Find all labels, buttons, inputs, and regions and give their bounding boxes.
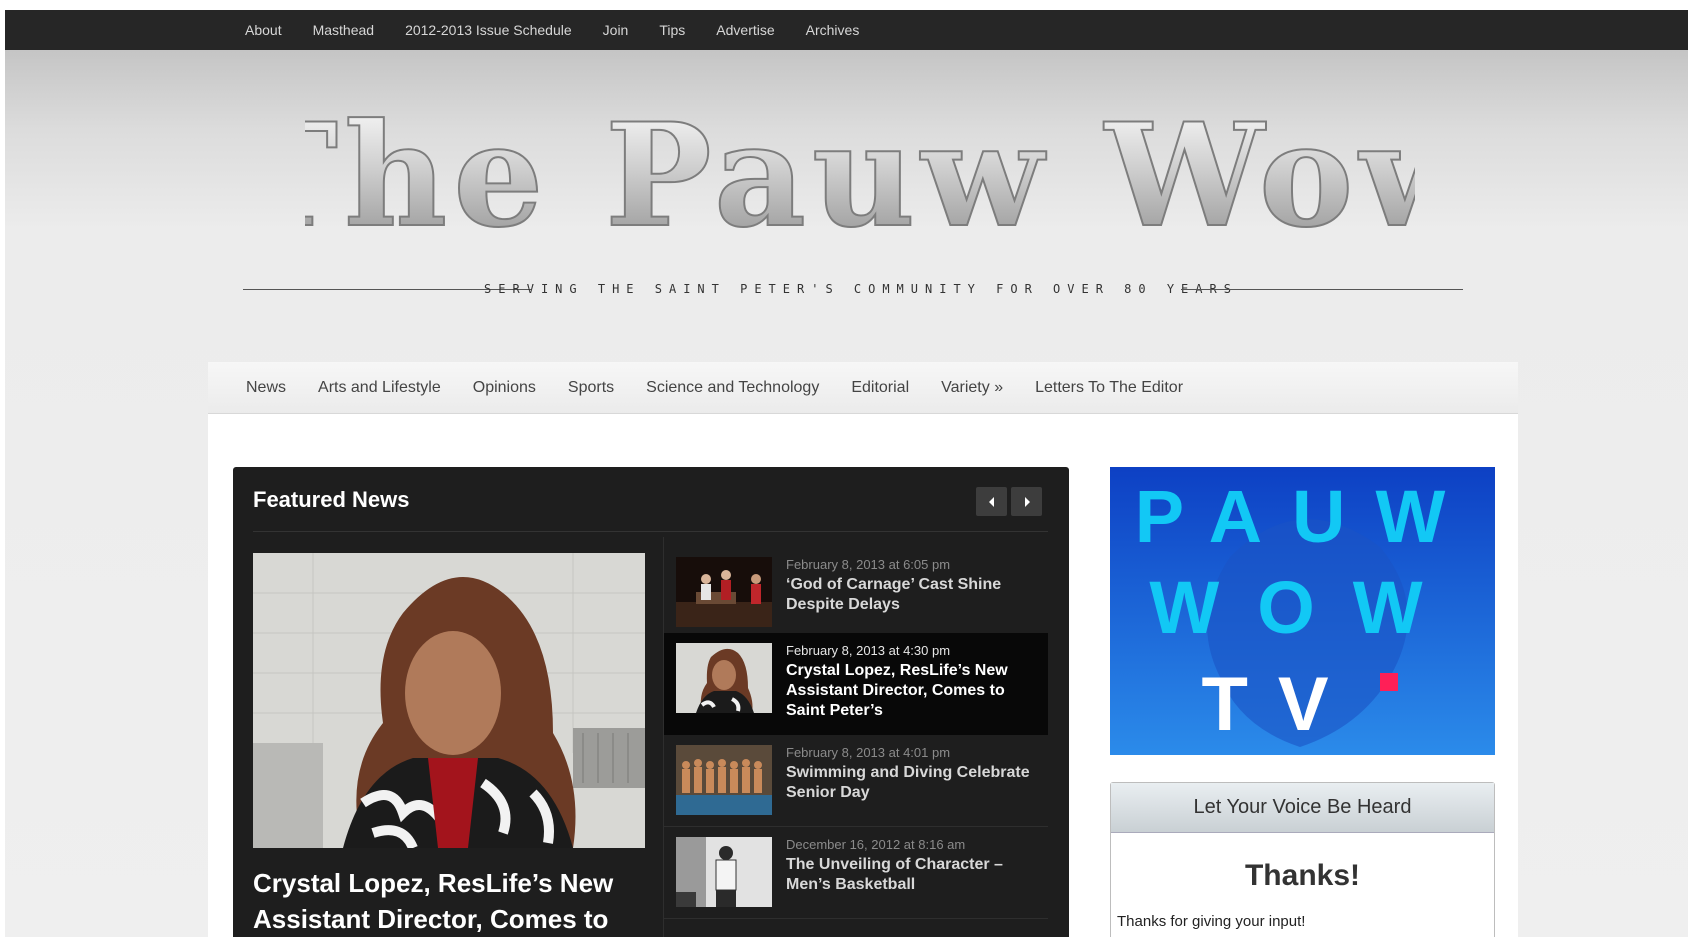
news-item[interactable]: December 16, 2012 at 8:16 am The Unveili… [664,827,1048,919]
top-nav-join[interactable]: Join [603,22,629,38]
pauw-wow-tv-banner[interactable]: PAUW WOW TV [1110,467,1495,755]
news-item-active[interactable]: February 8, 2013 at 4:30 pm Crystal Lope… [664,633,1048,735]
item-divider [664,918,1048,919]
news-item-meta: February 8, 2013 at 6:05 pm ‘God of Carn… [786,557,1036,615]
featured-divider [253,531,1048,532]
person-photo [253,553,645,848]
news-thumb [676,557,772,627]
main-story-photo[interactable] [253,553,645,848]
voice-title: Let Your Voice Be Heard [1111,783,1494,833]
news-headline[interactable]: Swimming and Diving Celebrate Senior Day [786,763,1036,803]
featured-news: Featured News Crystal Lopez, ResLife’s N… [233,467,1069,937]
news-thumb [676,643,772,713]
basketball-photo [676,837,772,907]
thanks-heading: Thanks! [1244,859,1361,892]
news-date: December 16, 2012 at 8:16 am [786,837,966,852]
category-nav: News Arts and Lifestyle Opinions Sports … [208,362,1518,414]
logo-text: The Pauw Wow [305,100,1415,259]
main-story-headline[interactable]: Crystal Lopez, ResLife’s New Assistant D… [253,865,648,937]
top-nav-archives[interactable]: Archives [806,22,860,38]
team-photo [676,745,772,815]
news-thumb [676,745,772,815]
news-headline[interactable]: The Unveiling of Character – Men’s Baske… [786,855,1036,895]
news-date: February 8, 2013 at 4:30 pm [786,643,951,658]
tagline-rule-right [1181,289,1463,290]
top-bar: About Masthead 2012-2013 Issue Schedule … [5,10,1688,50]
news-item-meta: February 8, 2013 at 4:30 pm Crystal Lope… [786,643,1036,721]
news-thumb [676,837,772,907]
next-button[interactable] [1011,487,1042,516]
top-nav-about[interactable]: About [245,22,282,38]
top-nav-advertise[interactable]: Advertise [716,22,774,38]
cat-opinions[interactable]: Opinions [473,379,536,397]
news-item-meta: February 8, 2013 at 4:01 pm Swimming and… [786,745,1036,803]
tv-line-3: TV [1201,662,1358,747]
top-nav: About Masthead 2012-2013 Issue Schedule … [245,10,890,50]
news-date: February 8, 2013 at 6:05 pm [786,557,951,572]
top-nav-tips[interactable]: Tips [659,22,685,38]
cat-news[interactable]: News [246,379,286,397]
news-item-meta: December 16, 2012 at 8:16 am The Unveili… [786,837,1036,895]
site-logo[interactable]: The Pauw Wow [305,100,1415,280]
news-date: February 8, 2013 at 4:01 pm [786,745,951,760]
tv-line-2: WOW [1149,566,1460,649]
content-container: News Arts and Lifestyle Opinions Sports … [208,362,1518,937]
prev-button[interactable] [976,487,1007,516]
news-headline[interactable]: Crystal Lopez, ResLife’s New Assistant D… [786,661,1036,721]
cat-editorial[interactable]: Editorial [851,379,909,397]
tv-line-1: PAUW [1135,475,1476,558]
cat-science-technology[interactable]: Science and Technology [646,379,819,397]
tv-banner-graphic: PAUW WOW TV [1110,467,1495,755]
cat-variety[interactable]: Variety » [941,379,1003,397]
top-nav-masthead[interactable]: Masthead [313,22,374,38]
featured-title: Featured News [253,487,410,512]
cat-sports[interactable]: Sports [568,379,614,397]
news-item[interactable]: February 8, 2013 at 4:01 pm Swimming and… [664,735,1048,827]
news-item[interactable]: February 8, 2013 at 6:05 pm ‘God of Carn… [664,547,1048,639]
cat-letters-to-editor[interactable]: Letters To The Editor [1035,379,1183,397]
top-nav-issue-schedule[interactable]: 2012-2013 Issue Schedule [405,22,572,38]
tv-red-dot [1380,673,1398,691]
stage-photo [676,557,772,627]
page: About Masthead 2012-2013 Issue Schedule … [5,10,1688,937]
voice-widget: Let Your Voice Be Heard Thanks! Thanks f… [1110,782,1495,937]
arrow-right-icon [1024,496,1030,507]
thanks-message: Thanks for giving your input! [1117,913,1306,930]
cat-arts-lifestyle[interactable]: Arts and Lifestyle [318,379,441,397]
tagline-row: SERVING THE SAINT PETER'S COMMUNITY FOR … [243,280,1479,300]
news-headline[interactable]: ‘God of Carnage’ Cast Shine Despite Dela… [786,575,1036,615]
arrow-left-icon [988,496,994,507]
person-photo [676,643,772,713]
